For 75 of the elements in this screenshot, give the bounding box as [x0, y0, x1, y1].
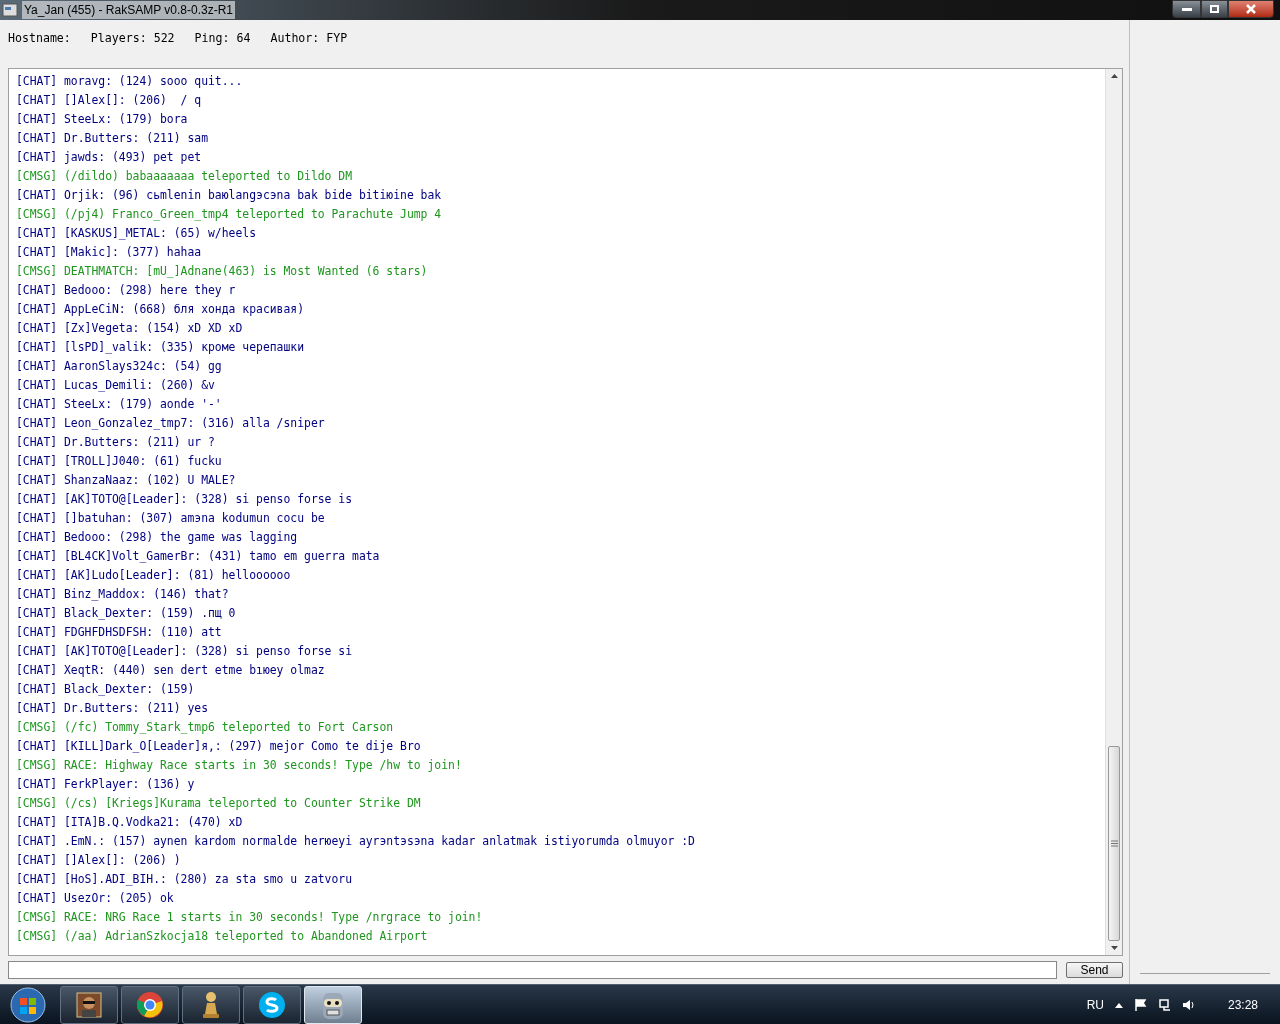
- speaker-icon[interactable]: [1182, 997, 1196, 1012]
- chat-line: [CHAT] Leon_Gonzalez_tmp7: (316) alla /sniper: [16, 415, 325, 432]
- scrollbar[interactable]: [1105, 69, 1122, 955]
- chat-line: [CHAT] ShanzaNaaz: (102) U MALE?: [16, 472, 236, 489]
- character-portrait-icon: [76, 991, 102, 1018]
- taskbar-app[interactable]: [182, 985, 240, 1024]
- chat-line: [CHAT] [KASKUS]_METAL: (65) w/heels: [16, 225, 257, 242]
- chat-line: [CMSG] (/aa) AdrianSzkocja18 teleported to Abandoned Airport: [16, 928, 428, 945]
- taskbar-app[interactable]: [60, 985, 118, 1024]
- chat-line: [CHAT] Bedooo: (298) here they r: [16, 282, 236, 299]
- chat-line: [CHAT] .EmN.: (157) aynen kardom normalde herюeyi ayrэntэsэna kadar anlatmak istiyorumda olmuyor :D: [16, 833, 695, 850]
- chat-line: [CHAT] SteeLx: (179) aonde '-': [16, 396, 222, 413]
- chat-line: [CMSG] (/fc) Tommy_Stark_tmp6 teleported to Fort Carson: [16, 719, 394, 736]
- chat-line: [CHAT] Orjik: (96) cьmlenin baюlangэcэna bak bide bitiюine bak: [16, 187, 442, 204]
- chat-line: [CHAT] [BL4CK]Volt_GamerBr: (431) tamo em guerra mata: [16, 548, 380, 565]
- chat-line: [CHAT] [AK]TOTO@[Leader]: (328) si penso forse is: [16, 491, 353, 508]
- chat-line: [CHAT] Black_Dexter: (159) .пщ 0: [16, 605, 236, 622]
- minimize-button[interactable]: [1172, 0, 1201, 18]
- start-button[interactable]: [8, 985, 48, 1024]
- chat-line: [CMSG] RACE: Highway Race starts in 30 seconds! Type /hw to join!: [16, 757, 462, 774]
- chat-line: [CHAT] AaronSlays324c: (54) gg: [16, 358, 222, 375]
- scrollbar-thumb[interactable]: [1108, 746, 1120, 941]
- chat-line: [CMSG] RACE: NRG Race 1 starts in 30 seconds! Type /nrgrace to join!: [16, 909, 483, 926]
- chat-line: [CHAT] [Zx]Vegeta: (154) xD XD xD: [16, 320, 243, 337]
- chat-line: [CMSG] (/pj4) Franco_Green_tmp4 teleported to Parachute Jump 4: [16, 206, 442, 223]
- skype-icon: [258, 990, 286, 1019]
- chat-line: [CHAT] SteeLx: (179) bora: [16, 111, 188, 128]
- chat-line: [CHAT] Lucas_Demili: (260) &v: [16, 377, 215, 394]
- chat-line: [CHAT] AppLeCiN: (668) бля хонда красивая): [16, 301, 305, 318]
- maximize-button[interactable]: [1201, 0, 1228, 18]
- clock[interactable]: 23:28: [1218, 995, 1268, 1014]
- taskbar-app[interactable]: [121, 985, 179, 1024]
- chat-line: [CHAT] [KILL]Dark_O[Leader]я,: (297) mejor Como te dije Bro: [16, 738, 421, 755]
- chat-line: [CHAT] [AK]Ludo[Leader]: (81) helloooooo: [16, 567, 291, 584]
- app-window-icon: [2, 2, 18, 18]
- chat-line: [CMSG] (/cs) [Kriegs]Kurama teleported to Counter Strike DM: [16, 795, 421, 812]
- chat-line: [CHAT] []Alex[]: (206) ): [16, 852, 181, 869]
- flag-icon[interactable]: [1134, 997, 1148, 1012]
- chat-line: [CHAT] Bedooo: (298) the game was lagging: [16, 529, 298, 546]
- chat-line: [CHAT] [Makic]: (377) hahaa: [16, 244, 202, 261]
- chat-line: [CHAT] UsezOr: (205) ok: [16, 890, 174, 907]
- send-button[interactable]: Send: [1066, 962, 1123, 978]
- close-icon: [1245, 4, 1257, 14]
- chat-line: [CHAT] []Alex[]: (206) / q: [16, 92, 202, 109]
- chat-line: [CHAT] Black_Dexter: (159): [16, 681, 195, 698]
- chat-line: [CHAT] [TROLL]J040: (61) fucku: [16, 453, 222, 470]
- chat-line: [CHAT] Dr.Butters: (211) ur ?: [16, 434, 215, 451]
- chat-line: [CHAT] [HoS].ADI_BIH.: (280) za sta smo u zatvoru: [16, 871, 353, 888]
- chat-line: [CMSG] DEATHMATCH: [mU_]Adnane(463) is Most Wanted (6 stars): [16, 263, 428, 280]
- info-label: Author: FYP: [270, 30, 348, 47]
- chat-line: [CHAT] [AK]TOTO@[Leader]: (328) si penso forse si: [16, 643, 353, 660]
- info-label: Players: 522: [90, 30, 175, 47]
- chat-line: [CHAT] [lsPD]_valik: (335) кроме черепашки: [16, 339, 305, 356]
- network-icon[interactable]: [1158, 997, 1172, 1012]
- chat-line: [CHAT] jawds: (493) pet pet: [16, 149, 202, 166]
- chrome-icon: [136, 990, 164, 1019]
- chess-pawn-icon: [200, 989, 222, 1020]
- grip-icon: [1110, 840, 1118, 847]
- window-title: Ya_Jan (455) - RakSAMP v0.8-0.3z-R1: [22, 1, 235, 19]
- chat-line: [CHAT] Dr.Butters: (211) sam: [16, 130, 209, 147]
- chat-line: [CHAT] []batuhan: (307) amэna kodumun cocu be: [16, 510, 325, 527]
- chat-line: [CHAT] moravg: (124) sooo quit...: [16, 73, 243, 90]
- chat-line: [CHAT] FerkPlayer: (136) y: [16, 776, 195, 793]
- close-button[interactable]: [1228, 0, 1274, 18]
- chat-line: [CMSG] (/dildo) babaaaaaaa teleported to Dildo DM: [16, 168, 353, 185]
- chat-line: [CHAT] [ITA]B.Q.Vodka21: (470) xD: [16, 814, 243, 831]
- info-label: Ping: 64: [194, 30, 251, 47]
- chat-line: [CHAT] XeqtR: (440) sen dert etme bıюey olmaz: [16, 662, 325, 679]
- info-label: Hostname:: [8, 30, 71, 47]
- message-input[interactable]: [8, 961, 1057, 979]
- chat-line: [CHAT] Binz_Maddox: (146) that?: [16, 586, 229, 603]
- chat-line: [CHAT] FDGHFDHSDFSH: (110) att: [16, 624, 222, 641]
- taskbar-app[interactable]: [243, 985, 301, 1024]
- language-indicator[interactable]: RU: [1086, 995, 1104, 1014]
- chat-line: [CHAT] Dr.Butters: (211) yes: [16, 700, 209, 717]
